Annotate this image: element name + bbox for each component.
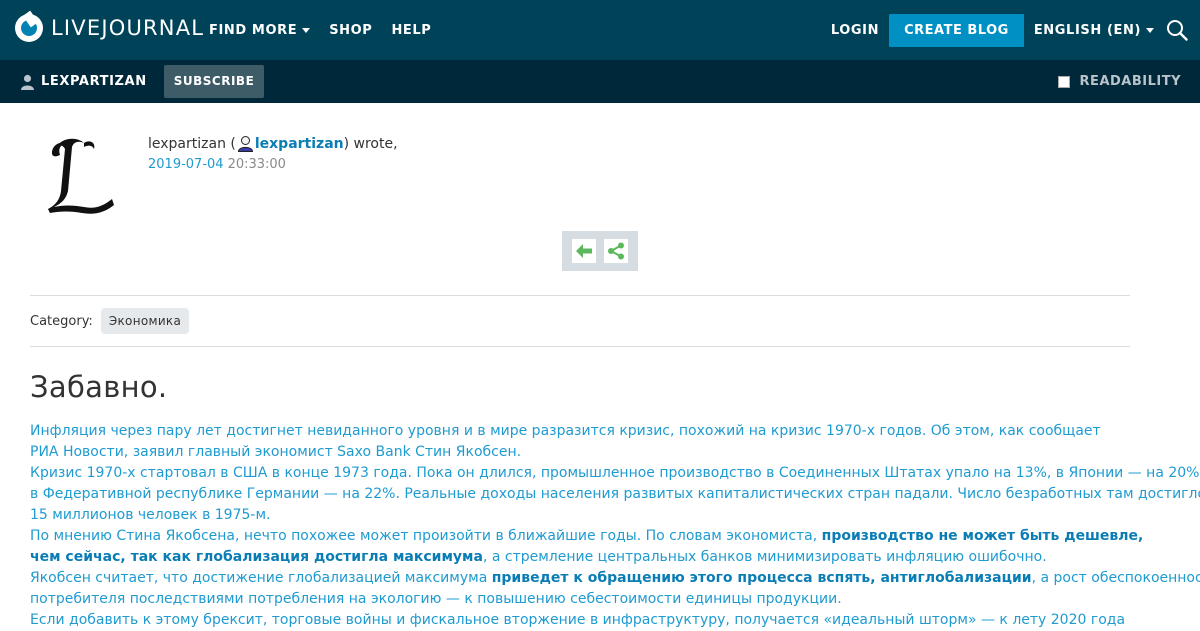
- chevron-down-icon: [1146, 28, 1154, 33]
- body-bold-text: приведет к обращению этого процесса вспя…: [491, 570, 1032, 586]
- body-line: По мнению Стина Якобсена, нечто похожее …: [30, 526, 1145, 547]
- category-label: Category:: [30, 313, 93, 329]
- create-blog-button[interactable]: CREATE BLOG: [889, 13, 1024, 47]
- body-line: потребителя последствиями потребления на…: [30, 591, 842, 607]
- body-text: , а рост обеспокоенности: [1031, 570, 1200, 586]
- journal-owner-name: LEXPARTIZAN: [41, 74, 147, 89]
- user-avatar[interactable]: [44, 135, 116, 215]
- search-icon[interactable]: [1166, 19, 1188, 41]
- body-line: в Федеративной республике Германии — на …: [30, 486, 1200, 502]
- body-line: 15 миллионов человек в 1975-м.: [30, 507, 271, 523]
- author-name-text: lexpartizan (: [148, 135, 236, 152]
- author-profile-link[interactable]: lexpartizan: [255, 136, 344, 152]
- find-more-menu[interactable]: FIND MORE: [209, 22, 311, 38]
- livejournal-logo-icon: [15, 14, 43, 42]
- help-link[interactable]: HELP: [391, 23, 431, 38]
- entry-author-line: lexpartizan ( lexpartizan ) wrote,: [148, 135, 398, 152]
- entry-actions: [562, 231, 638, 271]
- author-wrote-text: ) wrote,: [343, 135, 398, 152]
- body-bold-text: чем сейчас, так как глобализация достигл…: [30, 549, 483, 565]
- entry-title: Забавно.: [30, 370, 168, 404]
- share-icon: [608, 242, 624, 260]
- logo-text: LIVEJOURNAL: [51, 16, 205, 40]
- language-selector[interactable]: ENGLISH (EN): [1034, 23, 1154, 38]
- share-button[interactable]: [604, 239, 628, 263]
- language-label: ENGLISH (EN): [1033, 22, 1141, 38]
- main-nav: FIND MORE SHOP HELP: [209, 0, 450, 60]
- body-line: Якобсен считает, что достижение глобализ…: [30, 568, 1200, 589]
- find-more-label: FIND MORE: [209, 22, 298, 38]
- body-line: чем сейчас, так как глобализация достигл…: [30, 547, 1145, 568]
- entry-date-line: 2019-07-04 20:33:00: [148, 157, 286, 172]
- login-link[interactable]: LOGIN: [831, 23, 879, 38]
- body-text: , а стремление центральных банков миними…: [482, 549, 1047, 565]
- top-navigation-bar: LIVEJOURNAL FIND MORE SHOP HELP LOGIN CR…: [0, 0, 1200, 60]
- entry-category: Category: Экономика: [30, 308, 190, 334]
- subscribe-button[interactable]: SUBSCRIBE: [164, 65, 264, 98]
- user-icon: [21, 74, 34, 90]
- body-line: Кризис 1970-х стартовал в США в конце 19…: [30, 465, 1200, 481]
- journal-owner-link[interactable]: LEXPARTIZAN: [20, 60, 147, 103]
- chevron-down-icon: [302, 28, 311, 33]
- readability-checkbox[interactable]: [1057, 75, 1070, 88]
- body-line: Если добавить к этому брексит, торговые …: [30, 612, 1126, 628]
- reply-arrow-icon: [576, 244, 592, 258]
- entry-body: Инфляция через пару лет достигнет невида…: [30, 421, 1200, 631]
- body-text: По мнению Стина Якобсена, нечто похожее …: [30, 528, 822, 544]
- journal-user-bar: LEXPARTIZAN SUBSCRIBE READABILITY: [0, 60, 1200, 103]
- readability-label: READABILITY: [1079, 74, 1181, 89]
- shop-link[interactable]: SHOP: [329, 23, 372, 38]
- body-line: Инфляция через пару лет достигнет невида…: [30, 423, 1101, 439]
- divider: [30, 295, 1130, 296]
- readability-toggle[interactable]: READABILITY: [1057, 60, 1181, 103]
- body-bold-text: производство не может быть дешевле,: [821, 528, 1144, 544]
- user-profile-icon[interactable]: [237, 135, 254, 152]
- divider: [30, 346, 1130, 347]
- category-tag[interactable]: Экономика: [100, 308, 190, 334]
- account-nav: LOGIN CREATE BLOG ENGLISH (EN): [831, 0, 1188, 60]
- entry-time: 20:33:00: [227, 157, 286, 172]
- body-line: РИА Новости, заявил главный экономист Sa…: [30, 444, 522, 460]
- body-text: Якобсен считает, что достижение глобализ…: [30, 570, 492, 586]
- reply-button[interactable]: [572, 239, 596, 263]
- livejournal-logo[interactable]: LIVEJOURNAL: [15, 14, 204, 42]
- entry-date-link[interactable]: 2019-07-04: [148, 157, 224, 172]
